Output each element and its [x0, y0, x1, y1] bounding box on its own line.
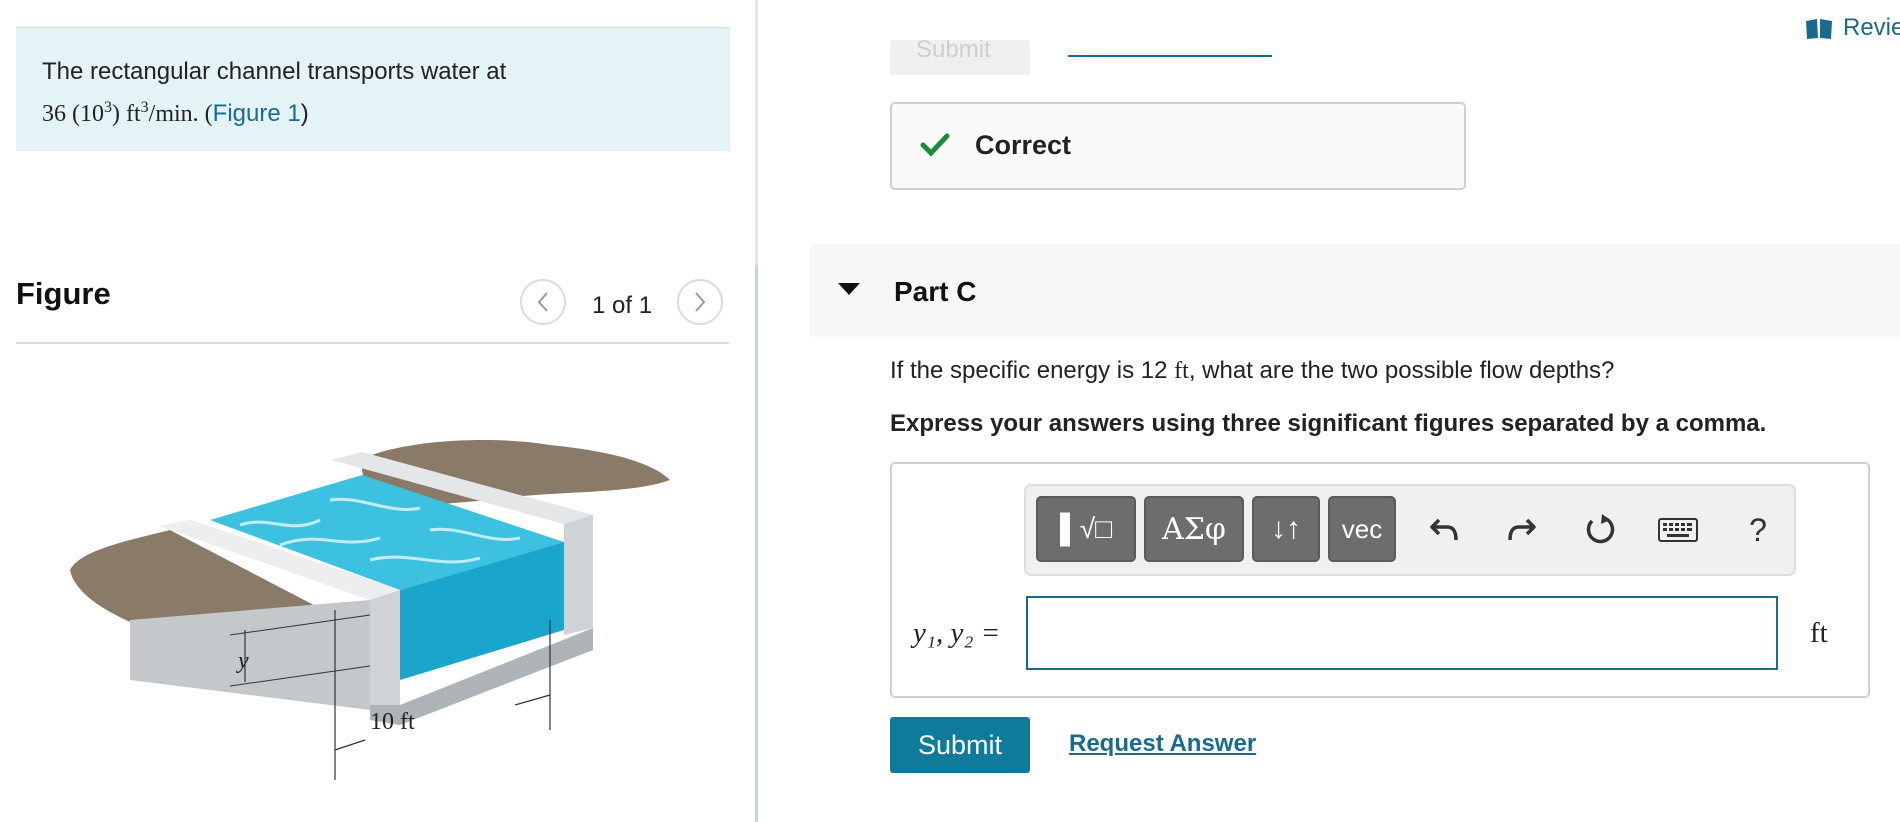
- submit-button[interactable]: Submit: [890, 717, 1030, 773]
- flow-rate-exponent: 3: [104, 99, 112, 116]
- redo-icon[interactable]: [1500, 508, 1544, 552]
- answer-unit: ft: [1810, 617, 1828, 649]
- left-pane: The rectangular channel transports water…: [0, 0, 755, 822]
- vector-button[interactable]: vec: [1328, 496, 1396, 562]
- figure-title: Figure: [16, 276, 111, 311]
- figure-link[interactable]: Figure 1: [213, 100, 301, 127]
- request-answer-link[interactable]: Request Answer: [1069, 730, 1256, 758]
- flow-rate-unit-ft: ) ft: [112, 101, 141, 127]
- depth-label: y: [236, 648, 249, 674]
- previous-submit-label: Submit: [916, 40, 991, 63]
- caret-down-icon[interactable]: [838, 283, 860, 295]
- problem-text: The rectangular channel transports water…: [42, 54, 506, 132]
- problem-statement: The rectangular channel transports water…: [16, 27, 730, 151]
- figure-divider: [16, 342, 729, 344]
- help-button[interactable]: ?: [1736, 508, 1780, 552]
- question-prefix: If the specific energy is 12: [890, 357, 1175, 384]
- correct-label: Correct: [975, 130, 1072, 160]
- answer-input[interactable]: [1026, 596, 1778, 670]
- reset-icon[interactable]: [1578, 508, 1622, 552]
- part-title: Part C: [894, 276, 977, 307]
- templates-button[interactable]: ▌√□: [1036, 496, 1136, 562]
- flow-rate-value: 36 (10: [42, 101, 104, 127]
- question-unit: ft: [1174, 358, 1189, 384]
- close-paren: ): [300, 100, 309, 127]
- correct-feedback: Correct: [890, 102, 1466, 190]
- question-text: If the specific energy is 12 ft, what ar…: [890, 357, 1614, 385]
- review-link[interactable]: Review: [1805, 14, 1900, 42]
- previous-submit-button[interactable]: Submit: [890, 40, 1030, 75]
- flow-rate-unit-exponent: 3: [140, 99, 149, 116]
- check-icon: [920, 133, 950, 157]
- keyboard-icon[interactable]: [1656, 508, 1700, 552]
- part-c-header[interactable]: Part C: [810, 244, 1900, 337]
- question-suffix: , what are the two possible flow depths?: [1188, 357, 1615, 384]
- problem-line-2: 36 (103) ft3/min. (Figure 1): [42, 90, 506, 132]
- previous-request-link[interactable]: [1068, 55, 1272, 57]
- figure-prev-button[interactable]: [520, 279, 566, 325]
- chevron-right-icon: [695, 292, 706, 312]
- flow-rate-unit-min: /min. (: [148, 101, 213, 127]
- answer-label: y₁, y₂ =: [913, 617, 1001, 649]
- math-toolbar: ▌√□ ΑΣφ ↓↑ vec ?: [1024, 484, 1796, 576]
- figure-next-button[interactable]: [677, 279, 723, 325]
- figure-counter: 1 of 1: [592, 292, 653, 319]
- channel-figure-image: y 10 ft: [70, 440, 670, 780]
- greek-symbols-button[interactable]: ΑΣφ: [1144, 496, 1244, 562]
- problem-line-1: The rectangular channel transports water…: [42, 58, 507, 85]
- undo-icon[interactable]: [1422, 508, 1466, 552]
- pane-divider-scroll[interactable]: [755, 265, 758, 822]
- width-label: 10 ft: [370, 709, 415, 735]
- arrows-button[interactable]: ↓↑: [1252, 496, 1320, 562]
- book-icon: [1806, 18, 1832, 39]
- answer-instruction: Express your answers using three signifi…: [890, 410, 1767, 437]
- chevron-left-icon: [537, 292, 548, 312]
- review-label: Review: [1843, 14, 1900, 41]
